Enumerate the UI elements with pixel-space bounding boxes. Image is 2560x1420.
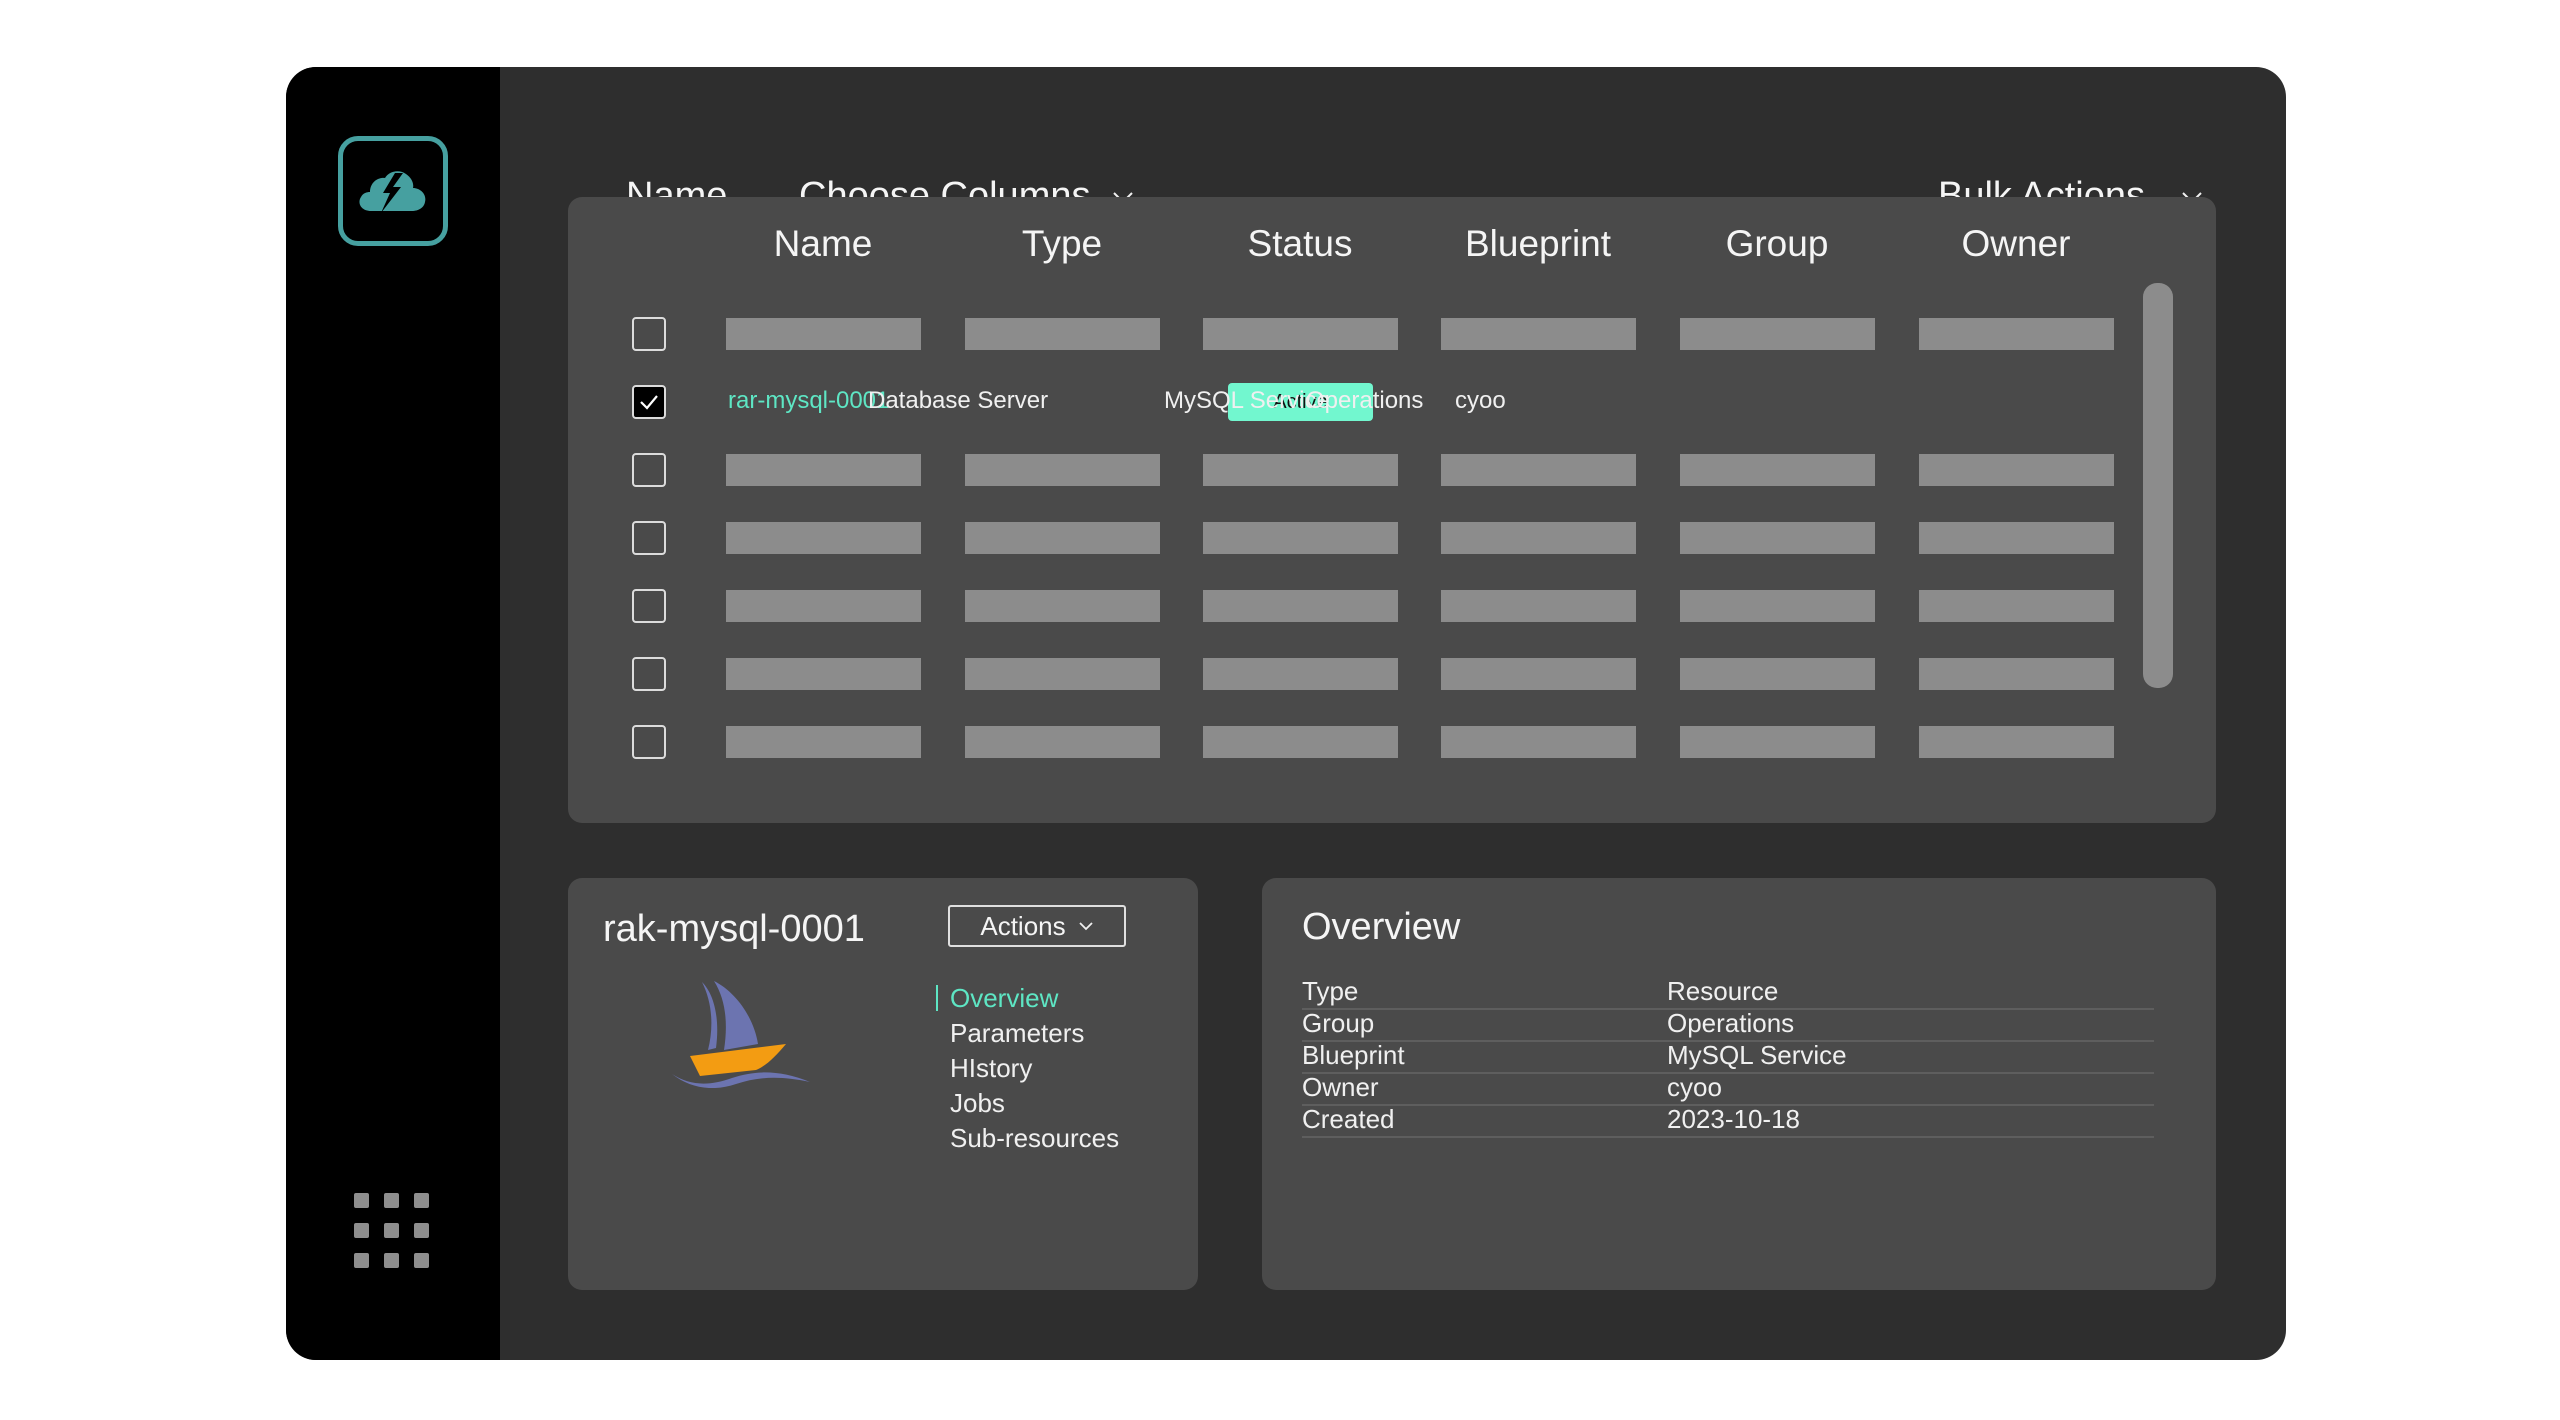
placeholder-cell-name: [726, 454, 921, 486]
actions-label: Actions: [980, 910, 1066, 941]
placeholder-cell-owner: [1919, 522, 2114, 554]
placeholder-cell-name: [726, 726, 921, 758]
overview-row: Blueprint MySQL Service: [1302, 1040, 2154, 1074]
column-header-blueprint[interactable]: Blueprint: [1418, 223, 1658, 265]
row-checkbox[interactable]: [632, 453, 666, 487]
chevron-down-icon: [1078, 922, 1093, 931]
overview-key: Owner: [1302, 1072, 1379, 1102]
overview-value: Resource: [1667, 976, 1779, 1006]
overview-value: MySQL Service: [1667, 1040, 1847, 1070]
detail-nav-jobs[interactable]: Jobs: [950, 1088, 1005, 1119]
placeholder-cell-owner: [1919, 318, 2114, 350]
placeholder-cell-type: [965, 522, 1160, 554]
detail-nav-parameters[interactable]: Parameters: [950, 1018, 1084, 1049]
app-grid-icon[interactable]: [354, 1193, 432, 1271]
overview-value: cyoo: [1667, 1072, 1722, 1102]
placeholder-cell-owner: [1919, 590, 2114, 622]
placeholder-cell-group: [1680, 454, 1875, 486]
cell-blueprint: MySQL Service: [1164, 387, 1330, 414]
column-header-name[interactable]: Name: [703, 223, 943, 265]
row-checkbox[interactable]: [632, 385, 666, 419]
placeholder-cell-name: [726, 522, 921, 554]
column-header-group[interactable]: Group: [1657, 223, 1897, 265]
overview-key: Group: [1302, 1008, 1375, 1038]
row-checkbox[interactable]: [632, 589, 666, 623]
column-header-type[interactable]: Type: [942, 223, 1182, 265]
table-row[interactable]: [568, 587, 2128, 627]
placeholder-cell-status: [1203, 590, 1398, 622]
overview-panel: Overview Type Resource Group Operations Blue…: [1262, 878, 2216, 1290]
overview-key: Created: [1302, 1104, 1395, 1134]
overview-value: Operations: [1667, 1008, 1795, 1038]
table-scrollbar[interactable]: [2143, 283, 2173, 688]
detail-nav-sub-resources[interactable]: Sub-resources: [950, 1123, 1119, 1154]
resource-title: rak-mysql-0001: [603, 908, 865, 950]
placeholder-cell-type: [965, 318, 1160, 350]
placeholder-cell-status: [1203, 318, 1398, 350]
cell-name[interactable]: rar-mysql-0001: [728, 387, 889, 415]
placeholder-cell-type: [965, 658, 1160, 690]
placeholder-cell-owner: [1919, 454, 2114, 486]
placeholder-cell-type: [965, 726, 1160, 758]
placeholder-cell-blueprint: [1441, 658, 1636, 690]
row-checkbox[interactable]: [632, 521, 666, 555]
table-row[interactable]: [568, 723, 2128, 763]
row-checkbox[interactable]: [632, 725, 666, 759]
placeholder-cell-type: [965, 454, 1160, 486]
overview-row: Group Operations: [1302, 1008, 2154, 1042]
placeholder-cell-group: [1680, 590, 1875, 622]
column-header-status[interactable]: Status: [1180, 223, 1420, 265]
resource-table: Name Type Status Blueprint Group Owner r…: [568, 197, 2216, 823]
placeholder-cell-status: [1203, 658, 1398, 690]
cell-owner: cyoo: [1455, 387, 1506, 414]
sailboat-icon: [672, 981, 810, 1088]
table-row[interactable]: [568, 451, 2128, 491]
detail-nav-history[interactable]: HIstory: [950, 1053, 1032, 1084]
placeholder-cell-name: [726, 318, 921, 350]
placeholder-cell-type: [965, 590, 1160, 622]
row-checkbox[interactable]: [632, 657, 666, 691]
placeholder-cell-blueprint: [1441, 318, 1636, 350]
checkmark-icon: [640, 395, 658, 410]
placeholder-cell-status: [1203, 522, 1398, 554]
placeholder-cell-owner: [1919, 658, 2114, 690]
app-window: Name Choose Columns Bulk Actions Name Ty…: [286, 67, 2286, 1360]
overview-row: Type Resource: [1302, 976, 2154, 1010]
placeholder-cell-status: [1203, 726, 1398, 758]
overview-row: Owner cyoo: [1302, 1072, 2154, 1106]
placeholder-cell-name: [726, 590, 921, 622]
table-row[interactable]: [568, 519, 2128, 559]
placeholder-cell-name: [726, 658, 921, 690]
placeholder-cell-group: [1680, 658, 1875, 690]
detail-nav-overview[interactable]: Overview: [935, 983, 1058, 1014]
placeholder-cell-group: [1680, 318, 1875, 350]
actions-dropdown-button[interactable]: Actions: [948, 905, 1126, 947]
placeholder-cell-group: [1680, 522, 1875, 554]
sidebar: [286, 67, 500, 1360]
overview-key: Blueprint: [1302, 1040, 1405, 1070]
table-row[interactable]: rar-mysql-0001 Database Server Active MySQL…: [568, 383, 2128, 423]
placeholder-cell-blueprint: [1441, 522, 1636, 554]
placeholder-cell-blueprint: [1441, 590, 1636, 622]
placeholder-cell-owner: [1919, 726, 2114, 758]
column-header-owner[interactable]: Owner: [1896, 223, 2136, 265]
placeholder-cell-blueprint: [1441, 726, 1636, 758]
cell-type: Database Server: [868, 387, 1049, 414]
table-row[interactable]: [568, 655, 2128, 695]
overview-row: Created 2023-10-18: [1302, 1104, 2154, 1138]
row-checkbox[interactable]: [632, 317, 666, 351]
cloud-lightning-icon: [359, 171, 426, 213]
cell-group: Operations: [1306, 387, 1424, 414]
placeholder-cell-group: [1680, 726, 1875, 758]
placeholder-cell-blueprint: [1441, 454, 1636, 486]
resource-detail-panel: rak-mysql-0001 Actions Overview Parameter…: [568, 878, 1198, 1290]
overview-value: 2023-10-18: [1667, 1104, 1800, 1134]
table-row[interactable]: [568, 315, 2128, 355]
logo-button[interactable]: [338, 136, 448, 246]
overview-title: Overview: [1302, 906, 1461, 948]
placeholder-cell-status: [1203, 454, 1398, 486]
overview-key: Type: [1302, 976, 1359, 1006]
